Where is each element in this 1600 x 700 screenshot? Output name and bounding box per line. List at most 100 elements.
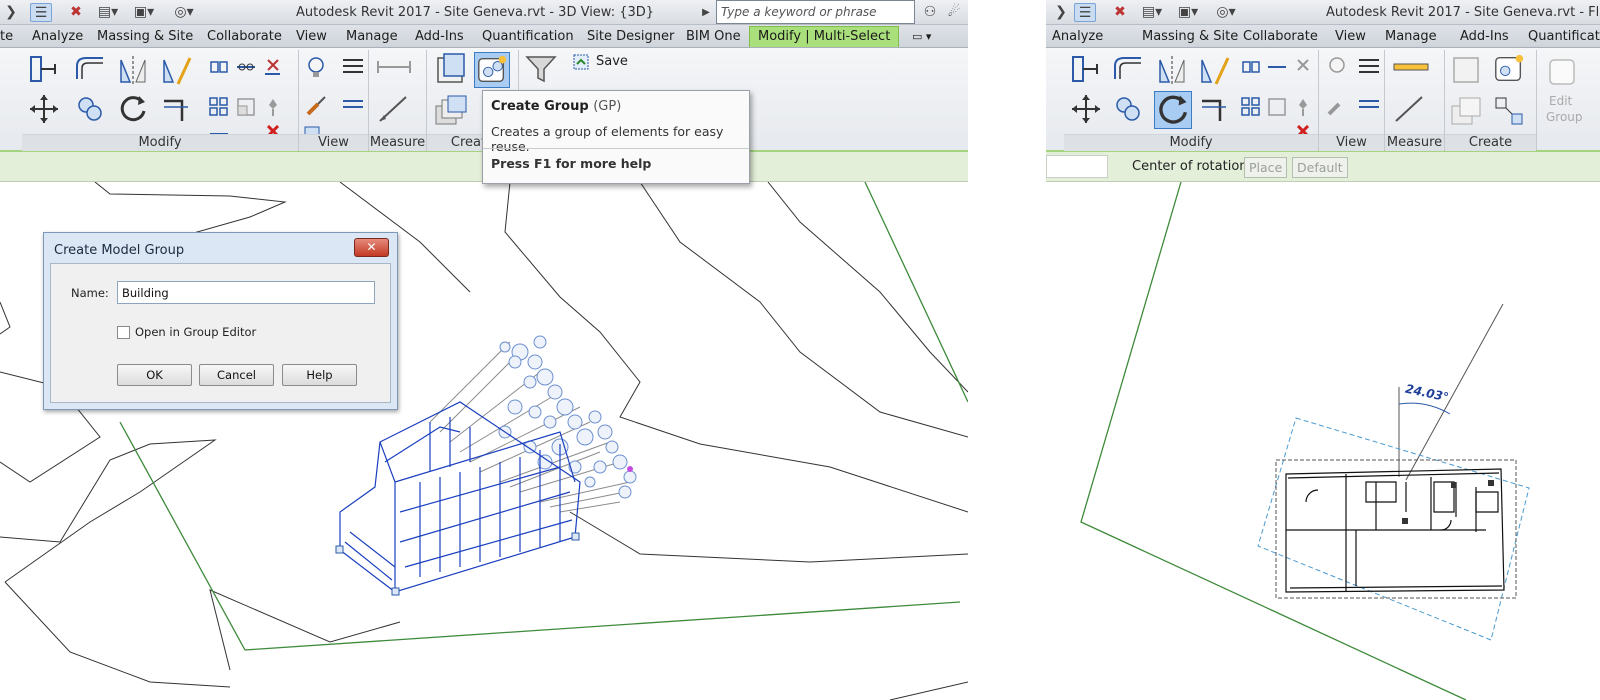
close-hidden-icon[interactable]: ✖ [1110,3,1130,22]
tab-analyze[interactable]: Analyze [32,29,83,44]
place-button[interactable]: Place [1244,157,1288,178]
paint-brush-icon[interactable] [303,93,329,119]
linework-icon[interactable] [1356,93,1382,119]
tab-collaborate[interactable]: Collaborate [207,29,282,44]
hide-lightbulb-icon[interactable] [303,54,329,80]
tab-site-designer[interactable]: Site Designer [587,29,674,44]
tab-collaborate[interactable]: Collaborate [1243,29,1318,44]
tab-manage[interactable]: Manage [1385,29,1437,44]
cancel-button[interactable]: Cancel [199,364,274,386]
rotate-icon[interactable] [1154,91,1192,129]
mirror-draw-icon[interactable] [160,54,192,86]
tab-manage[interactable]: Manage [346,29,398,44]
binoculars-icon[interactable]: ⚇ [920,3,940,22]
tab-view[interactable]: View [1335,29,1366,44]
thin-lines-icon[interactable]: ☰ [30,3,52,22]
align-icon[interactable] [1070,54,1100,84]
dialog-close-button[interactable]: ✕ [354,238,389,257]
tab-massing-site[interactable]: Massing & Site [97,29,193,44]
save-selection-label[interactable]: Save [596,54,628,69]
paint-brush-icon[interactable] [1324,93,1350,119]
copy-small-icon[interactable] [1240,56,1262,78]
tab-quantification[interactable]: Quantification [482,29,574,44]
back-arrow-icon[interactable]: ❯ [1052,3,1070,22]
thin-lines-icon[interactable]: ☰ [1074,3,1096,22]
default-3d-icon[interactable]: ▣▾ [1174,3,1202,22]
edit-group-icon[interactable] [1546,54,1580,88]
delete-icon[interactable] [1292,122,1314,138]
override-graphics-icon[interactable] [1356,54,1382,80]
save-selection-icon[interactable] [573,54,589,70]
split-gap-icon[interactable] [208,124,230,135]
satellite-icon[interactable]: ☄ [944,3,964,22]
trim-extend-icon[interactable] [1198,93,1230,125]
copy-icon[interactable] [74,93,106,125]
mirror-draw-icon[interactable] [1198,54,1230,86]
offset-icon[interactable] [1112,54,1144,84]
linework-icon[interactable] [340,93,366,119]
search-input[interactable]: Type a keyword or phrase [716,0,915,24]
create-parts-icon[interactable] [1450,52,1484,86]
move-icon[interactable] [28,93,60,125]
measure-between-icon[interactable] [376,56,412,78]
offset-icon[interactable] [74,54,106,84]
split-icon[interactable] [1266,56,1288,78]
override-graphics-icon[interactable] [340,54,366,80]
tab-massing-site[interactable]: Massing & Site [1142,29,1238,44]
tab-architecture[interactable]: te [0,29,13,44]
default-3d-icon[interactable]: ▣▾ [130,3,158,22]
pin-icon[interactable] [1292,96,1314,118]
mirror-axis-icon[interactable] [1156,54,1188,86]
render-icon[interactable]: ◎▾ [1212,3,1240,22]
copy-icon[interactable] [1112,93,1144,125]
create-similar-icon[interactable] [1492,94,1526,128]
default-button[interactable]: Default [1292,157,1348,178]
tab-quantification[interactable]: Quantificati [1528,29,1600,44]
array-icon[interactable] [1240,96,1262,118]
array-icon[interactable] [208,96,230,118]
close-hidden-icon[interactable]: ✖ [66,3,86,22]
tab-view[interactable]: View [296,29,327,44]
tab-modify-multi-select[interactable]: Modify | Multi-Select [749,26,900,47]
move-icon[interactable] [1070,93,1102,125]
back-arrow-icon[interactable]: ❯ [2,3,20,22]
split-icon[interactable] [235,56,257,78]
ok-button[interactable]: OK [117,364,192,386]
copy-small-icon[interactable] [208,56,230,78]
open-in-group-editor-checkbox[interactable] [117,326,130,339]
create-parts-icon[interactable] [434,52,468,86]
unpin-icon[interactable] [262,56,284,78]
tab-bim-one[interactable]: BIM One [686,29,741,44]
help-button[interactable]: Help [282,364,357,386]
align-icon[interactable] [28,54,58,84]
sync-icon[interactable]: ▤▾ [94,3,122,22]
create-group-icon[interactable] [474,52,510,88]
unpin-icon[interactable] [1292,56,1314,78]
scale-icon[interactable] [1266,96,1288,118]
pin-icon[interactable] [262,96,284,118]
create-assembly-icon[interactable] [1450,94,1484,128]
dimension-icon[interactable] [1392,93,1428,125]
delete-icon[interactable] [262,122,284,138]
sync-icon[interactable]: ▤▾ [1138,3,1166,22]
floor-plan-canvas[interactable] [1046,181,1600,700]
group-name-input[interactable]: Building [117,281,375,304]
site-boundary [1080,181,1467,700]
trim-extend-icon[interactable] [160,93,192,125]
hide-lightbulb-icon[interactable] [1324,54,1350,80]
tab-add-ins[interactable]: Add-Ins [415,29,464,44]
measure-between-icon[interactable] [1392,56,1430,78]
options-field[interactable] [1046,155,1108,178]
render-icon[interactable]: ◎▾ [170,3,198,22]
create-assembly-icon[interactable] [434,94,468,128]
dimension-icon[interactable] [376,93,412,125]
rotate-icon[interactable] [117,93,149,125]
mirror-axis-icon[interactable] [117,54,149,86]
tab-add-ins[interactable]: Add-Ins [1460,29,1509,44]
expand-right-icon[interactable]: ▶ [700,3,712,22]
tab-analyze[interactable]: Analyze [1052,29,1103,44]
filter-icon[interactable] [524,54,558,84]
minimize-ribbon-icon[interactable]: ▭ ▾ [912,30,931,43]
create-group-icon[interactable] [1492,52,1526,86]
scale-icon[interactable] [235,96,257,118]
